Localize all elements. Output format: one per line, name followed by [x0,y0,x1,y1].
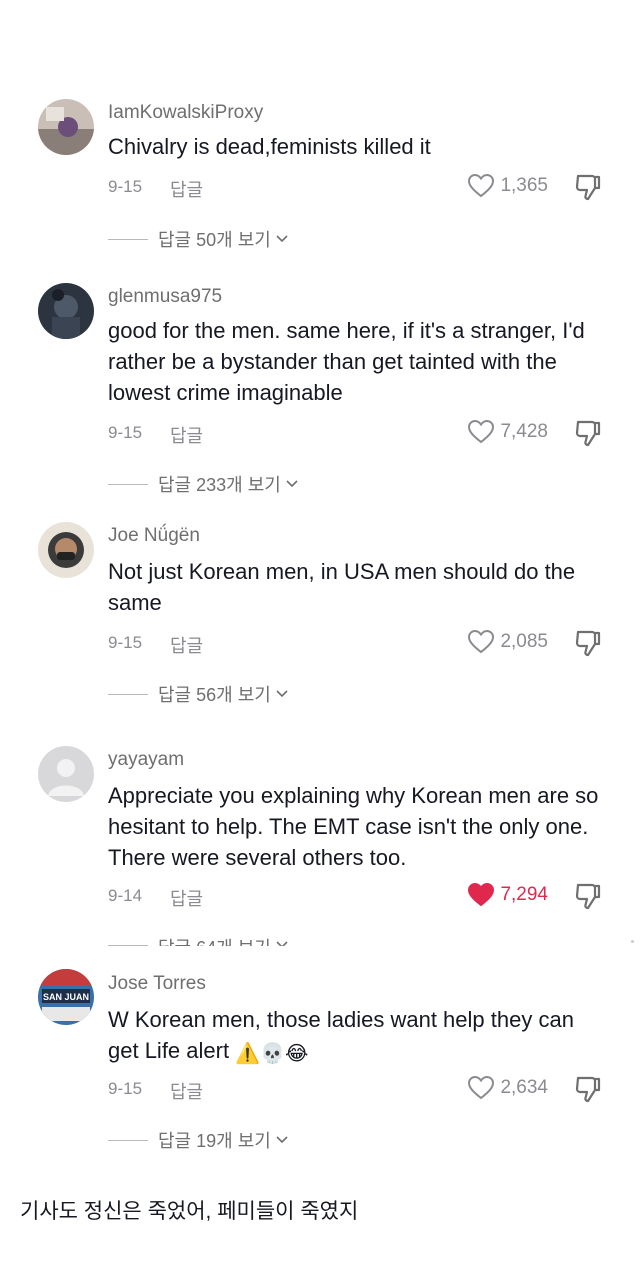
avatar[interactable] [38,283,94,339]
chevron-down-icon [276,941,288,946]
like-count: 7,428 [500,421,548,442]
chevron-down-icon [276,235,288,243]
view-replies-button[interactable]: 답글 19개 보기 [108,1127,289,1153]
reply-button[interactable]: 답글 [170,632,203,658]
divider [108,693,148,695]
reply-button[interactable]: 답글 [170,885,203,911]
comment-date: 9-15 [108,177,143,196]
comment-text: good for the men. same here, if it's a s… [108,318,585,405]
like-count: 1,365 [500,175,548,196]
view-replies-label: 답글 233개 보기 [158,475,281,495]
chevron-down-icon [286,480,298,488]
divider [108,1139,148,1141]
like-button[interactable]: 1,365 [468,174,548,198]
heart-outline-icon [468,420,495,444]
caption-text: 기사도 정신은 죽었어, 페미들이 죽였지 [20,1200,359,1223]
chevron-down-icon [276,1136,288,1144]
reply-button[interactable]: 답글 [170,1078,203,1104]
heart-outline-icon [468,174,495,198]
username[interactable]: yayayam [108,749,184,771]
like-count: 2,634 [500,1077,548,1098]
like-button[interactable]: 2,085 [468,630,548,654]
username[interactable]: Joe Nǘgën [108,525,200,547]
reply-button[interactable]: 답글 [170,422,203,448]
chevron-down-icon [276,690,288,698]
scroll-indicator [631,940,634,943]
heart-outline-icon [468,1076,495,1100]
view-replies-label: 답글 50개 보기 [158,230,271,250]
heart-outline-icon [468,630,495,654]
comment-text: Not just Korean men, in USA men should d… [108,559,576,615]
divider [108,945,148,946]
avatar[interactable] [38,522,94,578]
heart-filled-icon [468,883,495,907]
comment-text-body: W Korean men, those ladies want help the… [108,1007,574,1063]
like-button[interactable]: 7,428 [468,420,548,444]
comment-text: W Korean men, those ladies want help the… [108,1004,608,1070]
username[interactable]: glenmusa975 [108,286,222,308]
view-replies-button[interactable]: 답글 233개 보기 [108,471,299,497]
comment-date: 9-15 [108,633,143,652]
thumbs-down-icon[interactable] [574,173,602,201]
view-replies-button[interactable]: 답글 56개 보기 [108,681,289,707]
like-count: 2,085 [500,631,548,652]
like-button[interactable]: 7,294 [468,883,548,907]
avatar-badge-text: SAN JUAN [43,992,89,1002]
divider [108,483,148,485]
comment-date: 9-15 [108,1079,143,1098]
emoji-group: ⚠️💀😂 [235,1043,309,1065]
avatar[interactable] [38,99,94,155]
username[interactable]: Jose Torres [108,973,206,995]
like-button[interactable]: 2,634 [468,1076,548,1100]
thumbs-down-icon[interactable] [574,629,602,657]
view-replies-button[interactable]: 답글 64개 보기 [108,934,289,946]
comment-text: Appreciate you explaining why Korean men… [108,783,599,870]
view-replies-label: 답글 19개 보기 [158,1131,271,1151]
username[interactable]: IamKowalskiProxy [108,102,263,124]
reply-button[interactable]: 답글 [170,176,203,202]
view-replies-label: 답글 64개 보기 [158,934,271,946]
comment-date: 9-15 [108,423,143,442]
comment-text: Chivalry is dead,feminists killed it [108,134,431,159]
like-count: 7,294 [500,884,548,905]
avatar[interactable]: SAN JUAN [38,969,94,1025]
comment-date: 9-14 [108,886,143,905]
view-replies-button[interactable]: 답글 50개 보기 [108,226,289,252]
view-replies-label: 답글 56개 보기 [158,685,271,705]
thumbs-down-icon[interactable] [574,1075,602,1103]
thumbs-down-icon[interactable] [574,419,602,447]
thumbs-down-icon[interactable] [574,882,602,910]
avatar[interactable] [38,746,94,802]
divider [108,238,148,240]
